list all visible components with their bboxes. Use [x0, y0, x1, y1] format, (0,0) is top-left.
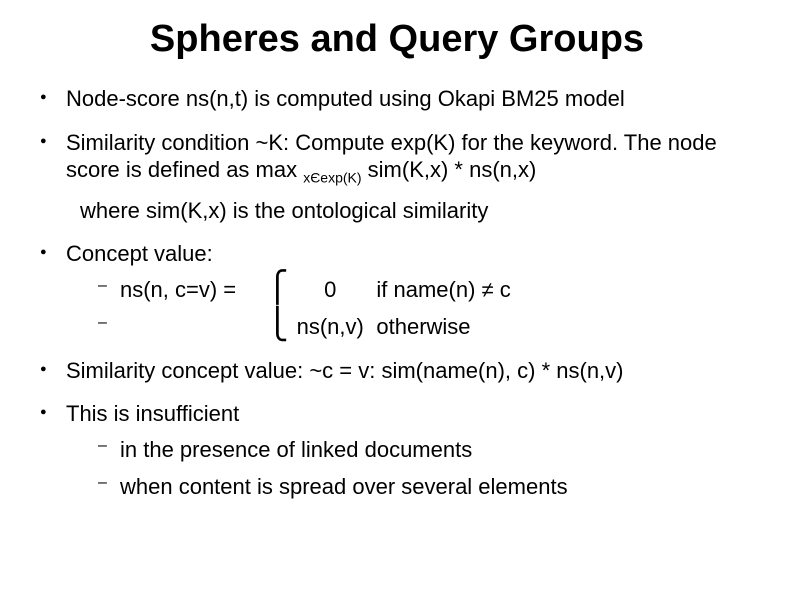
sub-list-3: ns(n, c=v) = ⎧ 0 if name(n) ≠ c ⎩ ns(n,v…	[98, 276, 754, 341]
bullet-item-5: This is insufficient in the presence of …	[40, 400, 754, 501]
bullet-list: Node-score ns(n,t) is computed using Oka…	[40, 85, 754, 501]
bullet-text-1: Node-score ns(n,t) is computed using Oka…	[66, 86, 625, 111]
bullet-text-3: Concept value:	[66, 241, 213, 266]
sub-item-5a: in the presence of linked documents	[98, 436, 754, 464]
sub-list-5: in the presence of linked documents when…	[98, 436, 754, 501]
bullet-item-1: Node-score ns(n,t) is computed using Oka…	[40, 85, 754, 113]
bullet-text-4: Similarity concept value: ~c = v: sim(na…	[66, 358, 624, 383]
bullet-item-2: Similarity condition ~K: Compute exp(K) …	[40, 129, 754, 225]
bullet-item-4: Similarity concept value: ~c = v: sim(na…	[40, 357, 754, 385]
case-line-1: ns(n, c=v) = ⎧ 0 if name(n) ≠ c	[98, 276, 754, 304]
bullet-text-5: This is insufficient	[66, 401, 239, 426]
case-lhs: ns(n, c=v) =	[120, 276, 260, 304]
case-cond-1: if name(n) ≠ c	[376, 277, 510, 302]
case-cond-2: otherwise	[376, 314, 470, 339]
brace-top: ⎧	[266, 278, 284, 298]
where-clause: where sim(K,x) is the ontological simila…	[80, 197, 754, 225]
slide-title: Spheres and Query Groups	[40, 18, 754, 61]
bullet-text-2sub: xЄexp(K)	[303, 169, 361, 185]
sub-item-5b: when content is spread over several elem…	[98, 473, 754, 501]
case-val-2: ns(n,v)	[290, 313, 370, 341]
bullet-item-3: Concept value: ns(n, c=v) = ⎧ 0 if name(…	[40, 240, 754, 341]
case-line-2: ⎩ ns(n,v) otherwise	[98, 313, 754, 341]
brace-bottom: ⎩	[266, 315, 284, 335]
bullet-text-2b: sim(K,x) * ns(n,x)	[368, 157, 537, 182]
case-val-1: 0	[290, 276, 370, 304]
